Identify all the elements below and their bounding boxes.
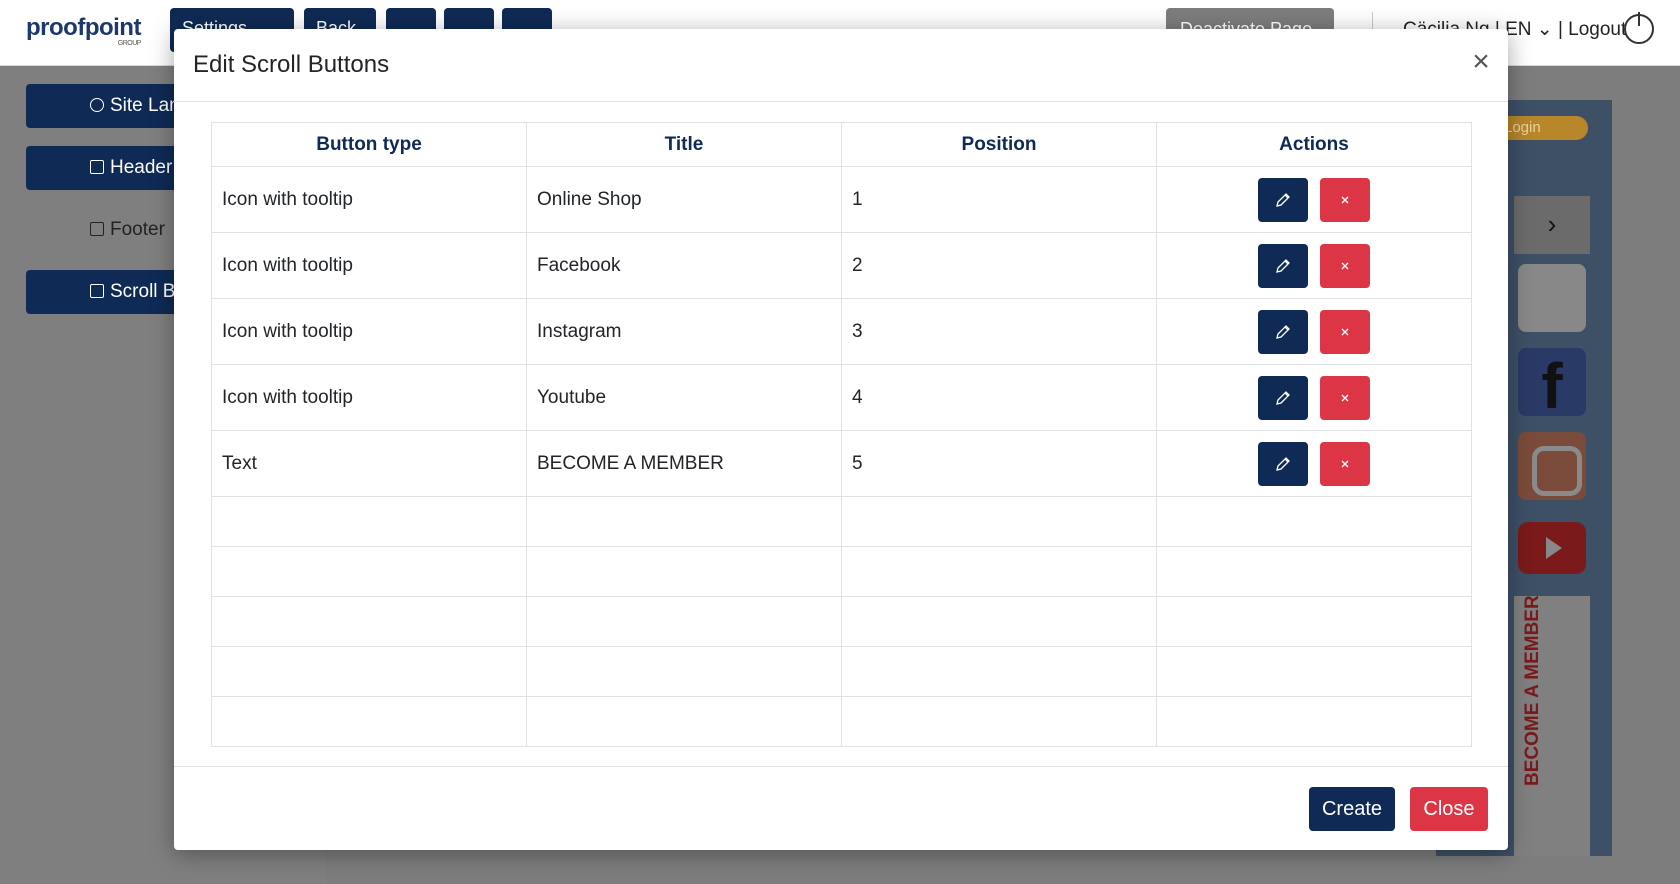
close-icon bbox=[1341, 262, 1349, 269]
table-row: Icon with tooltip Youtube 4 bbox=[211, 364, 1472, 431]
modal-footer: Create Close bbox=[174, 766, 1508, 850]
cell-actions bbox=[1156, 298, 1472, 365]
sidebar-item-header-menu[interactable]: Header Menu bbox=[26, 146, 182, 190]
edit-button[interactable] bbox=[1258, 309, 1309, 354]
cell-title: Facebook bbox=[526, 232, 842, 299]
pencil-icon bbox=[1276, 390, 1291, 405]
cell-title: BECOME A MEMBER bbox=[526, 430, 842, 497]
column-header-actions: Actions bbox=[1156, 122, 1472, 167]
edit-button[interactable] bbox=[1258, 243, 1309, 288]
empty-row bbox=[211, 596, 1472, 647]
edit-scroll-buttons-modal: Edit Scroll Buttons × Button type Title … bbox=[174, 29, 1508, 850]
edit-button[interactable] bbox=[1258, 441, 1309, 486]
become-member-tab[interactable]: BECOME A MEMBER bbox=[1514, 595, 1590, 856]
table-row: Icon with tooltip Facebook 2 bbox=[211, 232, 1472, 299]
column-header-button-type: Button type bbox=[211, 122, 527, 167]
modal-title: Edit Scroll Buttons bbox=[193, 51, 390, 78]
delete-button[interactable] bbox=[1319, 309, 1370, 354]
table-row: Icon with tooltip Online Shop 1 bbox=[211, 166, 1472, 233]
cell-title: Instagram bbox=[526, 298, 842, 365]
cell-actions bbox=[1156, 232, 1472, 299]
delete-button[interactable] bbox=[1319, 375, 1370, 420]
cell-button-type: Icon with tooltip bbox=[211, 166, 527, 233]
power-icon[interactable] bbox=[1624, 12, 1654, 44]
empty-row bbox=[211, 496, 1472, 547]
close-icon[interactable]: × bbox=[1466, 47, 1496, 79]
table-row: Text BECOME A MEMBER 5 bbox=[211, 430, 1472, 497]
window-icon bbox=[90, 222, 104, 236]
create-button[interactable]: Create bbox=[1309, 787, 1395, 831]
delete-button[interactable] bbox=[1319, 177, 1370, 222]
cell-button-type: Icon with tooltip bbox=[211, 364, 527, 431]
sidebar-item-site-language[interactable]: Site Language bbox=[26, 84, 182, 128]
close-button[interactable]: Close bbox=[1410, 787, 1488, 831]
shopping-cart-icon[interactable] bbox=[1518, 264, 1586, 332]
scroll-buttons-table: Button type Title Position Actions Icon … bbox=[211, 122, 1472, 747]
edit-button[interactable] bbox=[1258, 177, 1309, 222]
pencil-icon bbox=[1276, 192, 1291, 207]
chevron-right-icon[interactable]: › bbox=[1514, 196, 1590, 254]
youtube-icon[interactable] bbox=[1518, 522, 1586, 574]
instagram-icon[interactable] bbox=[1518, 432, 1586, 500]
pencil-icon bbox=[1276, 258, 1291, 273]
cell-position: 3 bbox=[841, 298, 1157, 365]
logo: proofpoint GROUP bbox=[26, 14, 141, 47]
empty-row bbox=[211, 546, 1472, 597]
cell-position: 1 bbox=[841, 166, 1157, 233]
table-header-row: Button type Title Position Actions bbox=[211, 122, 1472, 167]
close-icon bbox=[1341, 196, 1349, 203]
close-icon bbox=[1341, 328, 1349, 335]
close-icon bbox=[1341, 394, 1349, 401]
empty-row bbox=[211, 646, 1472, 697]
cell-title: Online Shop bbox=[526, 166, 842, 233]
sliders-icon bbox=[90, 284, 104, 298]
column-header-title: Title bbox=[526, 122, 842, 167]
edit-button[interactable] bbox=[1258, 375, 1309, 420]
close-icon bbox=[1341, 460, 1349, 467]
cell-position: 5 bbox=[841, 430, 1157, 497]
globe-icon bbox=[90, 98, 104, 112]
cell-actions bbox=[1156, 430, 1472, 497]
modal-header: Edit Scroll Buttons × bbox=[174, 29, 1508, 102]
facebook-icon[interactable]: f bbox=[1518, 348, 1586, 422]
sidebar-item-scroll-buttons[interactable]: Scroll Buttons bbox=[26, 270, 182, 314]
cell-actions bbox=[1156, 364, 1472, 431]
empty-row bbox=[211, 696, 1472, 747]
column-header-position: Position bbox=[841, 122, 1157, 167]
delete-button[interactable] bbox=[1319, 441, 1370, 486]
pencil-icon bbox=[1276, 456, 1291, 471]
sidebar-item-footer[interactable]: Footer bbox=[26, 208, 182, 252]
table-row: Icon with tooltip Instagram 3 bbox=[211, 298, 1472, 365]
cell-title: Youtube bbox=[526, 364, 842, 431]
cell-position: 2 bbox=[841, 232, 1157, 299]
cell-actions bbox=[1156, 166, 1472, 233]
pencil-icon bbox=[1276, 324, 1291, 339]
cell-button-type: Icon with tooltip bbox=[211, 232, 527, 299]
cell-button-type: Text bbox=[211, 430, 527, 497]
cell-position: 4 bbox=[841, 364, 1157, 431]
window-icon bbox=[90, 160, 104, 174]
delete-button[interactable] bbox=[1319, 243, 1370, 288]
cell-button-type: Icon with tooltip bbox=[211, 298, 527, 365]
